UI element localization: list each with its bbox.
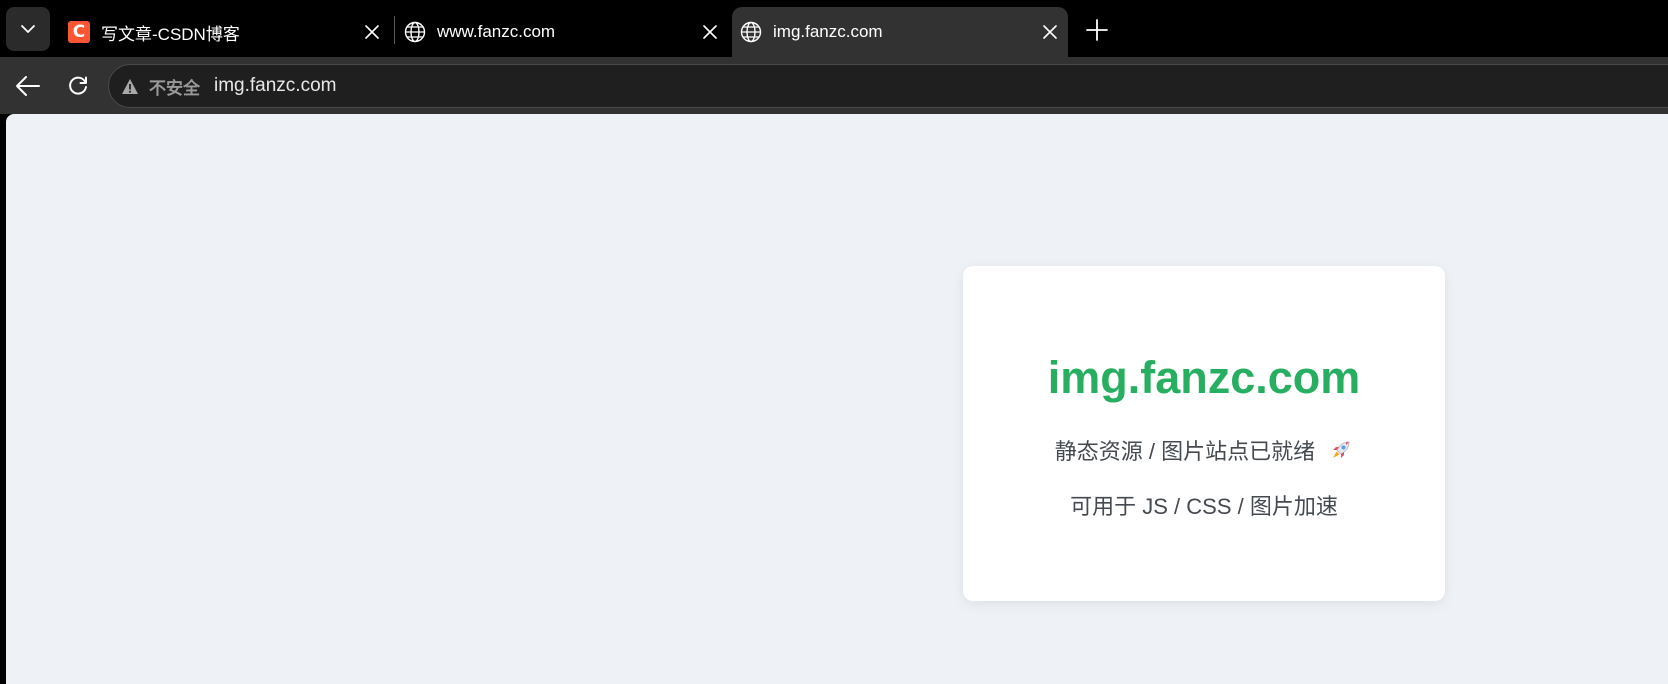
card-status-line: 静态资源 / 图片站点已就绪 xyxy=(963,438,1445,469)
status-card: img.fanzc.com 静态资源 / 图片站点已就绪 可用于 JS / CS… xyxy=(963,266,1445,601)
tab-search-button[interactable] xyxy=(6,7,50,51)
close-tab-button[interactable] xyxy=(696,18,724,46)
close-icon xyxy=(365,25,379,39)
address-bar[interactable]: 不安全 img.fanzc.com xyxy=(108,64,1668,108)
arrow-left-icon xyxy=(16,76,40,96)
warning-icon[interactable] xyxy=(121,77,139,95)
tab-title: 写文章-CSDN博客 xyxy=(101,24,240,44)
tab-csdn[interactable]: C 写文章-CSDN博客 xyxy=(58,7,390,57)
status-text: 静态资源 / 图片站点已就绪 xyxy=(1054,439,1316,464)
reload-button[interactable] xyxy=(61,69,95,103)
rocket-icon xyxy=(1329,438,1353,469)
close-tab-button[interactable] xyxy=(358,18,386,46)
url-text[interactable]: img.fanzc.com xyxy=(214,75,336,97)
close-icon xyxy=(1043,25,1057,39)
close-icon xyxy=(703,25,717,39)
chevron-down-icon xyxy=(21,25,35,33)
tab-strip: C 写文章-CSDN博客 www.fanzc.com img.fanzc.com xyxy=(0,0,1668,58)
tab-img-fanzc-active[interactable]: img.fanzc.com xyxy=(732,7,1068,57)
globe-icon xyxy=(740,21,762,43)
reload-icon xyxy=(69,76,87,95)
card-title: img.fanzc.com xyxy=(1047,352,1361,403)
back-button[interactable] xyxy=(11,69,45,103)
tab-separator xyxy=(394,16,395,44)
security-status-label[interactable]: 不安全 xyxy=(149,74,200,99)
globe-icon xyxy=(404,21,426,43)
page-viewport: img.fanzc.com 静态资源 / 图片站点已就绪 可用于 JS / CS… xyxy=(6,114,1668,684)
plus-icon xyxy=(1086,19,1108,41)
csdn-icon: C xyxy=(68,21,90,43)
close-tab-button[interactable] xyxy=(1036,18,1064,46)
browser-toolbar: 不安全 img.fanzc.com xyxy=(0,57,1668,114)
tab-title: img.fanzc.com xyxy=(773,22,883,41)
tab-title: www.fanzc.com xyxy=(437,22,556,41)
new-tab-button[interactable] xyxy=(1080,13,1114,47)
tab-www-fanzc[interactable]: www.fanzc.com xyxy=(396,7,728,57)
card-usage-line: 可用于 JS / CSS / 图片加速 xyxy=(1070,494,1338,519)
